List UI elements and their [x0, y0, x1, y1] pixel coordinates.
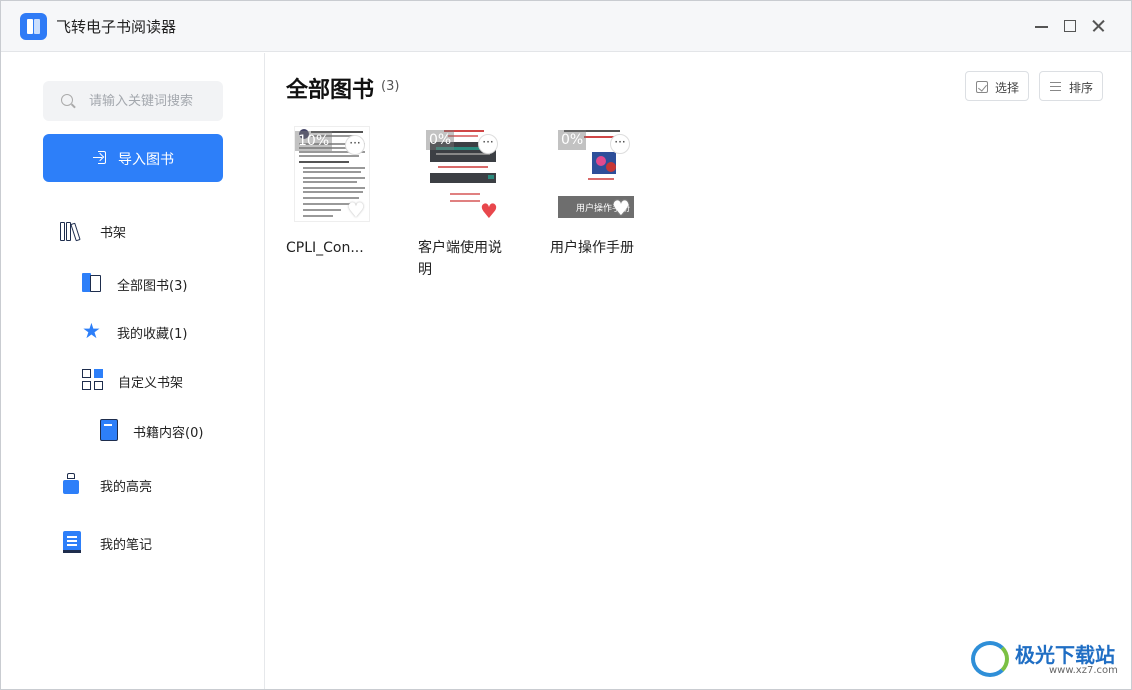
sidebar-item-all-books[interactable]: 全部图书(3) — [82, 269, 242, 299]
minimize-button[interactable] — [1031, 15, 1053, 37]
book-title: 用户操作手册 — [550, 240, 634, 256]
app-logo-icon — [20, 13, 47, 40]
sidebar-item-label: 书架 — [100, 226, 127, 241]
sidebar-item-label: 我的笔记 — [100, 538, 153, 553]
app-window: 飞转电子书阅读器 导入图书 书架 全部图书(3) ★ 我的收 — [0, 0, 1132, 690]
book-icon — [100, 419, 118, 441]
sort-button[interactable]: 排序 — [1039, 71, 1103, 101]
more-options-button[interactable]: ··· — [345, 135, 365, 155]
sidebar-item-bookshelf[interactable]: 书架 — [59, 216, 239, 246]
book-cover[interactable]: 用户操作手册 0% ··· ♥ — [558, 126, 634, 222]
favorite-heart-icon[interactable]: ♥ — [610, 197, 632, 219]
more-options-button[interactable]: ··· — [478, 134, 498, 154]
select-button[interactable]: 选择 — [965, 71, 1029, 101]
favorite-heart-icon[interactable]: ♥ — [478, 200, 500, 222]
page-title: 全部图书 — [286, 78, 375, 103]
book-count: (3) — [381, 79, 400, 94]
reading-progress: 0% — [558, 130, 587, 150]
import-books-label: 导入图书 — [118, 152, 174, 168]
close-button[interactable] — [1088, 15, 1110, 37]
search-icon — [61, 94, 73, 106]
maximize-button[interactable] — [1059, 15, 1081, 37]
select-label: 选择 — [995, 81, 1020, 95]
sidebar-item-label: 书籍内容(0) — [133, 426, 204, 441]
sidebar-item-book-content[interactable]: 书籍内容(0) — [99, 416, 249, 446]
watermark: 极光下载站 www.xz7.com — [971, 637, 1131, 683]
sidebar-item-custom-shelf[interactable]: 自定义书架 — [82, 366, 242, 396]
sidebar-item-favorites[interactable]: ★ 我的收藏(1) — [82, 317, 242, 347]
book-cover[interactable]: 10% ··· ♥ — [294, 126, 370, 222]
sort-icon — [1050, 81, 1062, 93]
sort-label: 排序 — [1069, 81, 1094, 95]
favorites-star-icon: ★ — [82, 319, 101, 343]
reading-progress: 0% — [426, 130, 455, 150]
search-input[interactable] — [89, 89, 217, 113]
bookshelf-icon — [59, 219, 81, 242]
sidebar: 导入图书 书架 全部图书(3) ★ 我的收藏(1) 自定义书架 — [1, 53, 265, 689]
highlighter-icon — [63, 473, 79, 495]
sidebar-item-label: 我的收藏(1) — [117, 327, 188, 342]
title-bar: 飞转电子书阅读器 — [1, 1, 1131, 52]
search-box[interactable] — [43, 81, 223, 121]
import-icon — [93, 151, 106, 164]
import-books-button[interactable]: 导入图书 — [43, 134, 223, 182]
book-cover[interactable]: 0% ··· ♥ — [426, 126, 502, 222]
app-title: 飞转电子书阅读器 — [56, 18, 177, 36]
reading-progress: 10% — [295, 131, 333, 151]
watermark-url: www.xz7.com — [1049, 665, 1118, 676]
notebook-icon — [63, 531, 81, 553]
book-title: 客户端使用说明 — [418, 240, 502, 278]
book-title: CPLI_Con... — [286, 240, 364, 256]
sidebar-item-label: 全部图书(3) — [117, 279, 188, 294]
more-options-button[interactable]: ··· — [610, 134, 630, 154]
all-books-icon — [82, 272, 102, 294]
sidebar-item-highlights[interactable]: 我的高亮 — [63, 470, 233, 500]
sidebar-item-label: 自定义书架 — [118, 376, 184, 391]
sidebar-item-notes[interactable]: 我的笔记 — [63, 528, 233, 558]
watermark-logo-icon — [971, 641, 1009, 677]
favorite-heart-icon[interactable]: ♥ — [345, 199, 367, 221]
grid-icon — [82, 369, 104, 391]
main-content: 全部图书 (3) 选择 排序 10% ··· ♥ CPLI_Con... 0% … — [266, 53, 1132, 689]
watermark-name: 极光下载站 — [1015, 643, 1115, 667]
checkbox-icon — [976, 81, 988, 93]
sidebar-item-label: 我的高亮 — [100, 480, 153, 495]
